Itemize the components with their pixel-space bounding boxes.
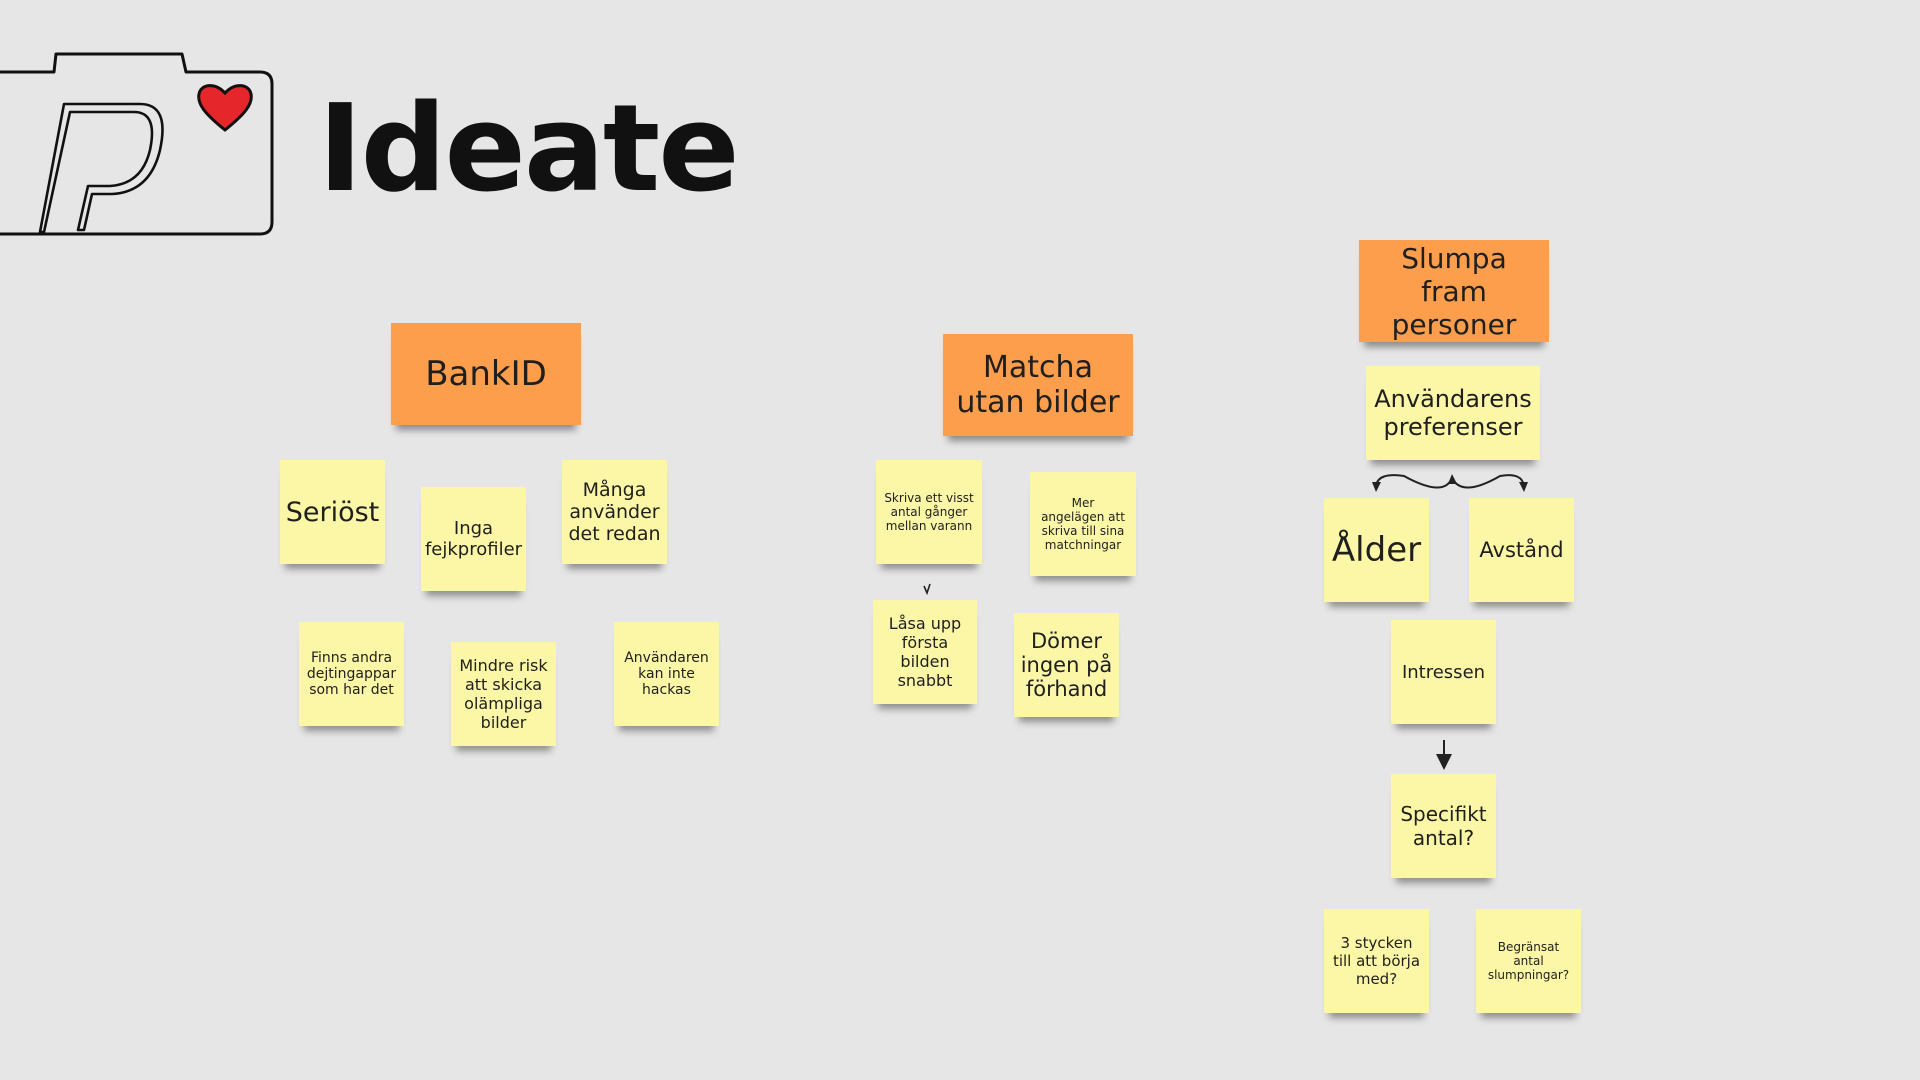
cluster-header-match: Matcha utan bilder <box>943 334 1133 436</box>
sticky-note: Seriöst <box>280 460 385 564</box>
sticky-note: Mindre risk att skicka olämpliga bilder <box>451 642 556 746</box>
sticky-note: Skriva ett visst antal gånger mellan var… <box>876 460 982 564</box>
sticky-note: Dömer ingen på förhand <box>1014 613 1119 717</box>
sticky-note: Många använder det redan <box>562 460 667 564</box>
arrow-connector <box>923 583 931 596</box>
cluster-header-bankid: BankID <box>391 323 581 425</box>
sticky-note: Användaren kan inte hackas <box>614 622 719 726</box>
sticky-note: Inga fejkprofiler <box>421 487 526 591</box>
sticky-note: Ålder <box>1324 498 1429 602</box>
sticky-note: Avstånd <box>1469 498 1574 602</box>
sticky-note: Mer angelägen att skriva till sina match… <box>1030 472 1136 576</box>
sticky-note: 3 stycken till att börja med? <box>1324 909 1429 1013</box>
sticky-note: Specifikt antal? <box>1391 774 1496 878</box>
sticky-note: Intressen <box>1391 620 1496 724</box>
sticky-note: Låsa upp första bilden snabbt <box>873 600 977 704</box>
sticky-note: Begränsat antal slumpningar? <box>1476 909 1581 1013</box>
sticky-note: Finns andra dejtingappar som har det <box>299 622 404 726</box>
cluster-header-random: Slumpa fram personer <box>1359 240 1549 342</box>
sticky-note: Användarens preferenser <box>1366 366 1540 460</box>
